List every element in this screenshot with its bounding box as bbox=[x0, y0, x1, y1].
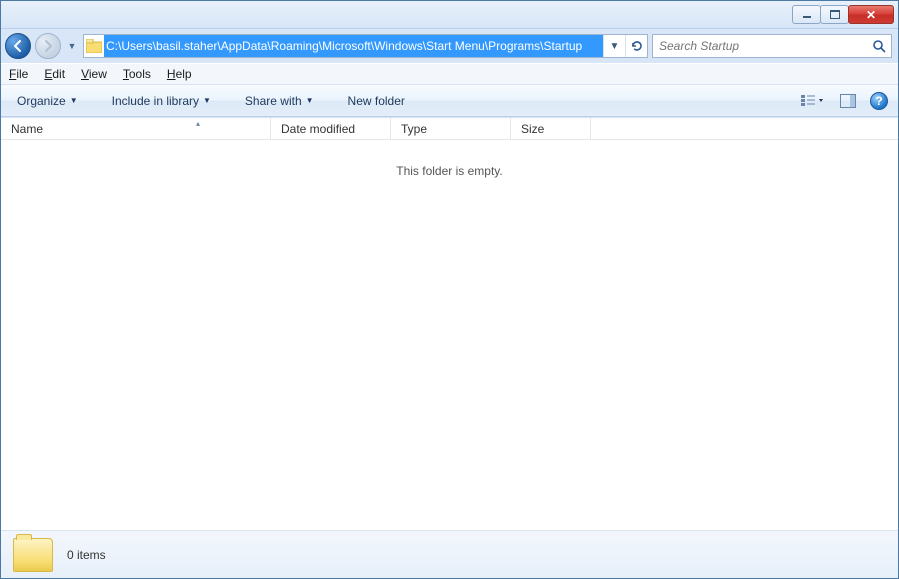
close-button[interactable]: ✕ bbox=[848, 5, 894, 24]
include-library-button[interactable]: Include in library ▼ bbox=[106, 90, 217, 112]
nav-history-dropdown[interactable]: ▼ bbox=[65, 36, 79, 56]
forward-button[interactable] bbox=[35, 33, 61, 59]
empty-folder-message: This folder is empty. bbox=[1, 140, 898, 202]
menu-file[interactable]: FFileile bbox=[9, 67, 28, 81]
toolbar: Organize ▼ Include in library ▼ Share wi… bbox=[1, 85, 898, 117]
folder-icon bbox=[13, 538, 53, 572]
column-size[interactable]: Size bbox=[511, 118, 591, 139]
maximize-button[interactable] bbox=[820, 5, 849, 24]
back-button[interactable] bbox=[5, 33, 31, 59]
new-folder-button[interactable]: New folder bbox=[342, 90, 411, 112]
search-icon[interactable] bbox=[867, 39, 891, 53]
minimize-button[interactable] bbox=[792, 5, 821, 24]
column-type[interactable]: Type bbox=[391, 118, 511, 139]
share-with-button[interactable]: Share with ▼ bbox=[239, 90, 320, 112]
status-bar: 0 items bbox=[1, 530, 898, 578]
column-name[interactable]: Name ▴ bbox=[1, 118, 271, 139]
menu-help[interactable]: Help bbox=[167, 67, 192, 81]
chevron-down-icon: ▼ bbox=[70, 96, 78, 105]
address-dropdown[interactable]: ▼ bbox=[603, 35, 625, 57]
help-button[interactable]: ? bbox=[870, 92, 888, 110]
refresh-button[interactable] bbox=[625, 35, 647, 57]
titlebar: ✕ bbox=[1, 1, 898, 29]
window-controls: ✕ bbox=[793, 5, 894, 24]
file-list-area: Name ▴ Date modified Type Size This fold… bbox=[1, 117, 898, 530]
address-bar[interactable]: ▼ bbox=[83, 34, 648, 58]
menu-view[interactable]: View bbox=[81, 67, 107, 81]
address-input[interactable] bbox=[104, 35, 603, 57]
menu-edit[interactable]: Edit bbox=[44, 67, 65, 81]
column-date[interactable]: Date modified bbox=[271, 118, 391, 139]
folder-icon bbox=[84, 39, 104, 53]
sort-asc-icon: ▴ bbox=[196, 119, 200, 128]
share-label: Share with bbox=[245, 94, 302, 108]
newfolder-label: New folder bbox=[348, 94, 405, 108]
menu-bar: FFileile Edit View Tools Help bbox=[1, 63, 898, 85]
organize-button[interactable]: Organize ▼ bbox=[11, 90, 84, 112]
nav-bar: ▼ ▼ bbox=[1, 29, 898, 63]
include-label: Include in library bbox=[112, 94, 199, 108]
search-box[interactable] bbox=[652, 34, 892, 58]
explorer-window: ✕ ▼ ▼ FFileile Edi bbox=[0, 0, 899, 579]
item-count: 0 items bbox=[67, 548, 106, 562]
preview-pane-button[interactable] bbox=[834, 91, 862, 111]
column-headers: Name ▴ Date modified Type Size bbox=[1, 118, 898, 140]
column-name-label: Name bbox=[11, 122, 43, 136]
menu-tools[interactable]: Tools bbox=[123, 67, 151, 81]
organize-label: Organize bbox=[17, 94, 66, 108]
chevron-down-icon: ▼ bbox=[203, 96, 211, 105]
chevron-down-icon: ▼ bbox=[306, 96, 314, 105]
search-input[interactable] bbox=[653, 35, 867, 57]
view-options-button[interactable] bbox=[798, 91, 826, 111]
